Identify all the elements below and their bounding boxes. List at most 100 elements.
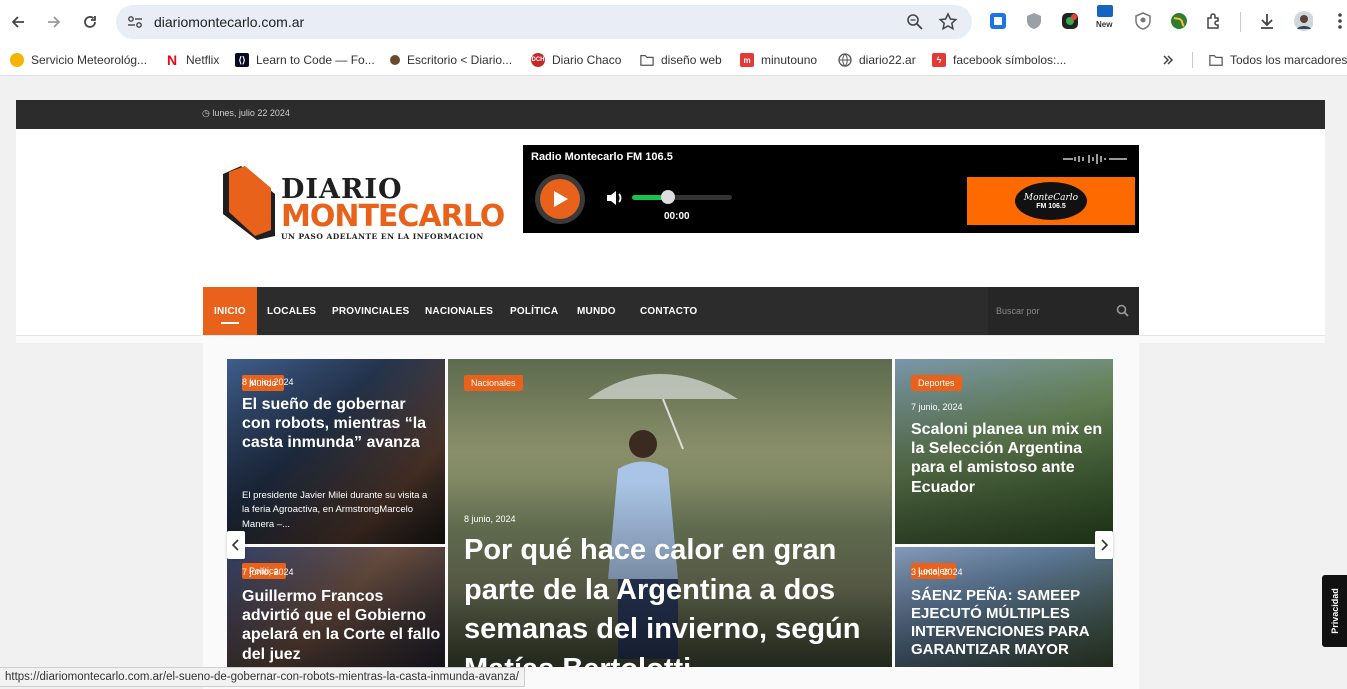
logo-tagline: UN PASO ADELANTE EN LA INFORMACION <box>281 232 484 241</box>
url-text[interactable]: diariomontecarlo.com.ar <box>154 14 304 30</box>
download-icon[interactable] <box>1257 11 1277 31</box>
station-logo-frequency: FM 106.5 <box>1036 202 1066 210</box>
play-button[interactable] <box>535 174 585 224</box>
reload-button[interactable] <box>78 10 102 34</box>
current-date: ◷ lunes, julio 22 2024 <box>202 108 290 119</box>
category-badge[interactable]: Deportes <box>911 375 962 391</box>
news-card[interactable]: Deportes 7 junio, 2024 Scaloni planea un… <box>895 359 1113 544</box>
forward-button[interactable] <box>42 10 66 34</box>
google-weather-icon <box>10 53 24 67</box>
main-nav: INICIO LOCALES PROVINCIALES NACIONALES P… <box>203 287 1139 335</box>
netflix-icon: N <box>166 52 178 68</box>
bookmark-label: diario22.ar <box>859 53 916 67</box>
folder-icon <box>1209 55 1223 66</box>
slider-next-button[interactable] <box>1095 531 1113 559</box>
forward-arrow-icon <box>48 16 61 28</box>
double-chevron-icon <box>1163 55 1174 65</box>
card-date: 8 junio, 2024 <box>464 514 516 524</box>
card-title[interactable]: Por qué hace calor en gran parte de la A… <box>464 531 884 667</box>
bookmark-label: Learn to Code — Fo... <box>256 53 375 67</box>
extension-new-icon[interactable]: New <box>1095 5 1115 31</box>
extension-privacy-shield-icon[interactable] <box>1133 11 1153 31</box>
address-bar[interactable]: diariomontecarlo.com.ar <box>116 5 972 39</box>
nav-item-inicio[interactable]: INICIO <box>203 287 257 335</box>
wordpress-icon <box>390 55 400 65</box>
site-settings-icon[interactable] <box>126 13 144 31</box>
nav-item-contacto[interactable]: CONTACTO <box>640 287 697 335</box>
more-bookmarks-button[interactable] <box>1162 51 1174 69</box>
nav-item-politica[interactable]: POLÍTICA <box>510 287 558 335</box>
card-date: 7 junio, 2024 <box>911 402 963 412</box>
nav-item-label: POLÍTICA <box>510 305 559 317</box>
volume-slider[interactable] <box>632 190 732 204</box>
playback-time: 00:00 <box>664 211 690 222</box>
globe-icon <box>838 53 852 67</box>
bookmark-star-icon[interactable] <box>938 12 958 37</box>
privacy-tab[interactable]: Privacidad <box>1322 575 1347 647</box>
bookmark-label: Diario Chaco <box>552 53 622 67</box>
profile-avatar[interactable] <box>1293 11 1313 31</box>
bookmark-item[interactable]: diario22.ar <box>838 51 916 69</box>
search-icon[interactable] <box>1116 304 1129 317</box>
all-bookmarks-button[interactable]: Todos los marcadores <box>1209 51 1347 69</box>
site-search <box>988 287 1139 335</box>
volume-thumb[interactable] <box>661 190 675 204</box>
extension-new-label: New <box>1096 20 1113 29</box>
site-logo[interactable]: DIARIO MONTECARLO UN PASO ADELANTE EN LA… <box>219 162 505 244</box>
bookmarks-divider <box>1192 52 1193 68</box>
extension-globe-icon[interactable] <box>1169 11 1189 31</box>
folder-icon <box>640 55 654 66</box>
chevron-right-icon <box>1101 539 1108 551</box>
link-status-bar: https://diariomontecarlo.com.ar/el-sueno… <box>0 667 525 687</box>
toolbar-divider <box>1240 12 1241 32</box>
card-date: 7 junio, 2024 <box>242 567 294 577</box>
card-title[interactable]: Guillermo Francos advirtió que el Gobier… <box>242 587 442 664</box>
logo-word-montecarlo: MONTECARLO <box>281 199 505 234</box>
privacy-label: Privacidad <box>1329 588 1340 634</box>
news-card-featured[interactable]: Nacionales 8 junio, 2024 Por qué hace ca… <box>448 359 892 667</box>
nav-item-locales[interactable]: LOCALES <box>267 287 316 335</box>
bookmark-item[interactable]: ⟨⟩ Learn to Code — Fo... <box>235 51 375 69</box>
bookmark-item[interactable]: ϟ facebook símbolos:... <box>932 51 1066 69</box>
station-logo: MonteCarlo FM 106.5 <box>1015 182 1087 220</box>
extension-color-icon[interactable] <box>1060 11 1080 31</box>
radio-title: Radio Montecarlo FM 106.5 <box>531 151 673 163</box>
news-card[interactable]: Locales 3 junio, 2024 SÁENZ PEÑA: SAMEEP… <box>895 547 1113 667</box>
play-icon <box>554 191 568 207</box>
category-badge[interactable]: Nacionales <box>464 375 523 391</box>
slider-prev-button[interactable] <box>227 531 245 559</box>
logo-mark-icon <box>223 166 275 240</box>
browser-toolbar: diariomontecarlo.com.ar New <box>0 0 1347 44</box>
web-page: ◷ lunes, julio 22 2024 DIARIO MONTECARLO… <box>0 77 1347 689</box>
nav-item-label: MUNDO <box>577 305 616 317</box>
extension-translate-icon[interactable] <box>988 11 1008 31</box>
back-button[interactable] <box>6 10 30 34</box>
card-title[interactable]: SÁENZ PEÑA: SAMEEP EJECUTÓ MÚLTIPLES INT… <box>911 587 1106 659</box>
news-card[interactable]: Política 7 junio, 2024 Guillermo Francos… <box>227 547 445 667</box>
bookmark-label: facebook símbolos:... <box>953 53 1067 67</box>
bookmark-item[interactable]: DCH Diario Chaco <box>531 51 621 69</box>
card-date: 8 junio, 2024 <box>242 377 294 387</box>
bookmark-item[interactable]: Escritorio < Diario... <box>390 51 512 69</box>
extensions-puzzle-icon[interactable] <box>1204 11 1224 31</box>
bookmark-label: Escritorio < Diario... <box>407 53 513 67</box>
bookmark-item[interactable]: Servicio Meteorológ... <box>10 51 147 69</box>
bookmark-item[interactable]: diseño web <box>640 51 722 69</box>
card-title[interactable]: Scaloni planea un mix en la Selección Ar… <box>911 420 1106 497</box>
zoom-icon[interactable] <box>906 13 924 36</box>
chrome-menu-icon[interactable] <box>1330 11 1347 31</box>
top-bar: ◷ lunes, julio 22 2024 <box>16 100 1325 129</box>
news-card[interactable]: Mundo 8 junio, 2024 El sueño de gobernar… <box>227 359 445 544</box>
bolt-icon: ϟ <box>932 53 946 67</box>
card-title[interactable]: El sueño de gobernar con robots, mientra… <box>242 395 432 453</box>
diario-chaco-icon: DCH <box>531 53 545 67</box>
bookmark-item[interactable]: N Netflix <box>165 51 219 69</box>
reload-icon <box>84 16 96 28</box>
clock-icon: ◷ <box>202 108 213 118</box>
nav-item-nacionales[interactable]: NACIONALES <box>425 287 493 335</box>
extension-shield-icon[interactable] <box>1024 11 1044 31</box>
bookmark-item[interactable]: m minutouno <box>740 51 817 69</box>
volume-icon[interactable] <box>605 189 625 207</box>
nav-item-mundo[interactable]: MUNDO <box>577 287 616 335</box>
nav-item-provinciales[interactable]: PROVINCIALES <box>332 287 409 335</box>
